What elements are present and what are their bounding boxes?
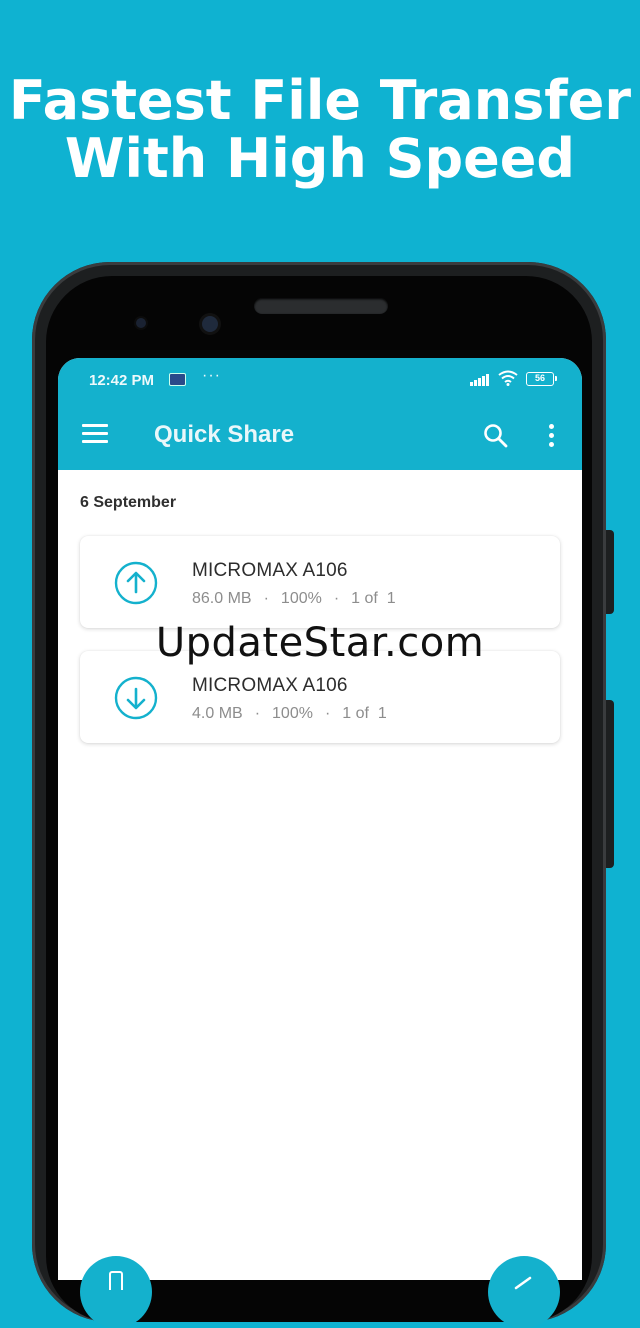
send-button[interactable] [80,1256,152,1328]
phone-power-button [606,530,614,614]
watermark: UpdateStar.com [155,620,485,666]
phone-screen: 12:42 PM ··· 56 Quick Share 6 September … [58,358,582,1280]
headline-line-2: With High Speed [64,127,576,190]
device-name: MICROMAX A106 [192,675,348,696]
file-size: 86.0 MB [192,590,252,607]
app-bar: 12:42 PM ··· 56 Quick Share [58,358,582,470]
signal-icon [470,374,490,386]
wifi-icon [498,370,518,386]
file-size: 4.0 MB [192,705,243,722]
app-title: Quick Share [154,421,295,448]
headline-line-1: Fastest File Transfer [8,69,632,132]
share-arrow-icon [514,1276,532,1290]
transfer-item[interactable]: MICROMAX A106 86.0 MB · 100% · 1 of 1 [80,536,560,628]
separator: · [333,590,340,607]
upload-arrow-icon [114,561,158,605]
date-header: 6 September [80,494,177,511]
file-count: 1 of 1 [342,705,387,722]
phone-speaker [254,298,388,314]
receive-button[interactable] [488,1256,560,1328]
phone-volume-button [606,700,614,868]
device-name: MICROMAX A106 [192,560,348,581]
transfer-progress: 100% [280,590,322,607]
notification-icon [169,373,186,386]
separator: · [324,705,331,722]
separator: · [254,705,261,722]
phone-icon [109,1271,123,1290]
separator: · [263,590,269,607]
battery-icon: 56 [526,372,557,386]
transfer-meta: 4.0 MB · 100% · 1 of 1 [192,705,387,723]
phone-sensor [136,318,146,328]
search-icon[interactable] [482,422,510,450]
menu-icon[interactable] [82,424,110,444]
promo-headline: Fastest File Transfer With High Speed [0,72,640,188]
phone-front-camera [202,316,218,332]
download-arrow-icon [114,676,158,720]
status-time: 12:42 PM [89,372,155,389]
overflow-menu-icon[interactable] [546,422,556,450]
file-count: 1 of 1 [351,590,396,607]
transfer-meta: 86.0 MB · 100% · 1 of 1 [192,590,396,608]
more-notifications-icon: ··· [202,367,221,384]
transfer-progress: 100% [272,705,313,722]
